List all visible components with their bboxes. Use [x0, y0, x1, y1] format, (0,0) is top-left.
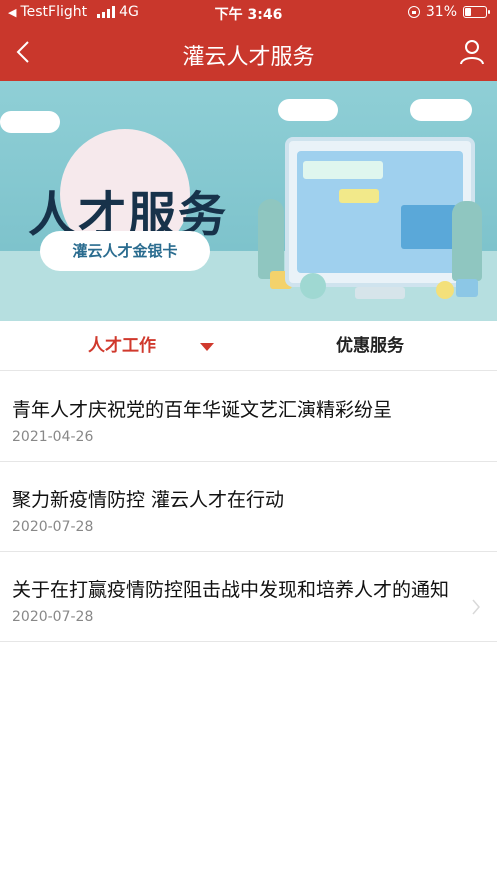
nav-bar: 灌云人才服务 [0, 26, 497, 81]
tab-label: 优惠服务 [336, 336, 404, 356]
cloud-icon [410, 99, 472, 121]
tab-bar: 人才工作 优惠服务 [0, 321, 497, 371]
status-bar: ◀ TestFlight 4G 下午 3:46 31% [0, 0, 497, 26]
article-title: 青年人才庆祝党的百年华诞文艺汇演精彩纷呈 [12, 399, 393, 421]
battery-icon [463, 6, 490, 18]
article-title: 聚力新疫情防控 灌云人才在行动 [12, 489, 285, 511]
article-date: 2020-07-28 [12, 609, 94, 625]
plant-icon [258, 199, 284, 279]
article-list: 青年人才庆祝党的百年华诞文艺汇演精彩纷呈 2021-04-26 聚力新疫情防控 … [0, 372, 497, 642]
user-button[interactable] [457, 36, 487, 68]
cloud-icon [0, 111, 60, 133]
caret-down-icon[interactable] [200, 343, 214, 351]
list-item[interactable]: 聚力新疫情防控 灌云人才在行动 2020-07-28 [0, 462, 497, 552]
monitor-illustration [285, 137, 475, 287]
chevron-right-icon [472, 599, 480, 615]
article-date: 2021-04-26 [12, 429, 94, 445]
monitor-stand [355, 287, 405, 299]
battery-fill [465, 8, 471, 16]
status-right: 31% [407, 4, 490, 20]
cloud-icon [278, 99, 338, 121]
plant-icon [452, 201, 482, 281]
list-item[interactable]: 青年人才庆祝党的百年华诞文艺汇演精彩纷呈 2021-04-26 [0, 372, 497, 462]
article-title: 关于在打赢疫情防控阻击战中发现和培养人才的通知 [12, 579, 450, 601]
rotation-lock-icon [407, 6, 420, 18]
image-placeholder-icon [401, 205, 457, 249]
banner-card-label: 灌云人才金银卡 [40, 231, 210, 271]
tab-label: 人才工作 [88, 336, 156, 356]
article-date: 2020-07-28 [12, 519, 94, 535]
ball-icon [436, 281, 454, 299]
pot-icon [456, 279, 478, 297]
user-icon [460, 40, 484, 65]
ball-icon [300, 273, 326, 299]
hero-banner[interactable]: 人才服务 灌云人才金银卡 [0, 81, 497, 321]
battery-percent: 31% [425, 4, 457, 20]
tab-talent-work[interactable]: 人才工作 [88, 321, 214, 371]
app-header: ◀ TestFlight 4G 下午 3:46 31% 灌云人才服务 [0, 0, 497, 81]
list-item[interactable]: 关于在打赢疫情防控阻击战中发现和培养人才的通知 2020-07-28 [0, 552, 497, 642]
tab-discount-services[interactable]: 优惠服务 [336, 321, 404, 371]
page-title: 灌云人才服务 [182, 45, 315, 70]
